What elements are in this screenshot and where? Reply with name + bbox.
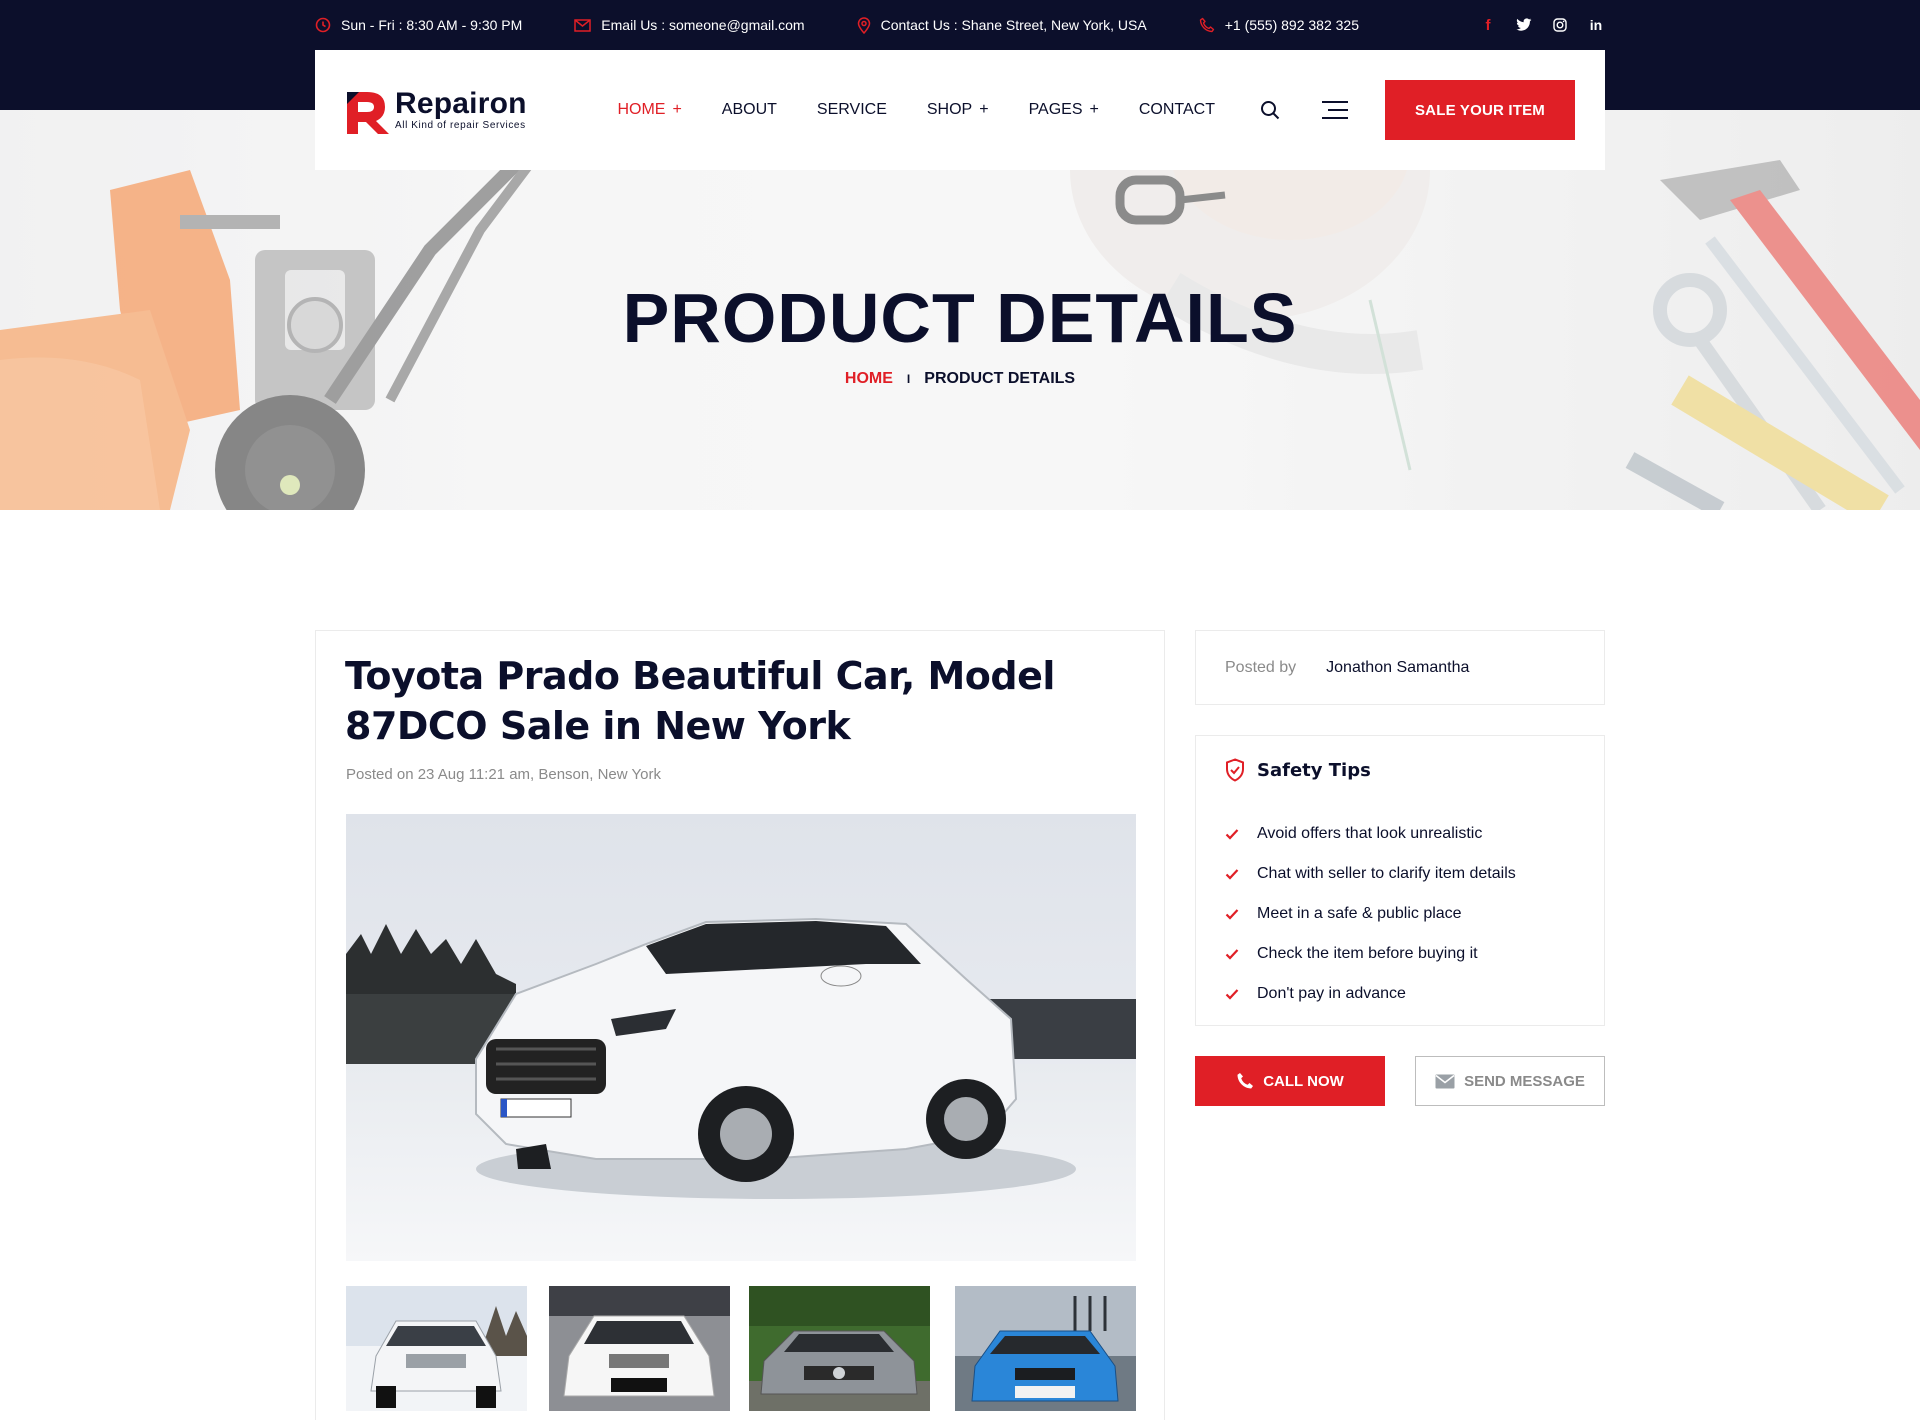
tip-text: Chat with seller to clarify item details	[1257, 865, 1516, 882]
seller-card: Posted by Jonathon Samantha	[1195, 630, 1605, 705]
send-message-button[interactable]: SEND MESSAGE	[1415, 1056, 1605, 1106]
location-pin-icon	[857, 16, 870, 34]
nav-item-shop[interactable]: SHOP +	[927, 101, 989, 119]
tip-text: Don't pay in advance	[1257, 985, 1406, 1002]
page-title: PRODUCT DETAILS	[622, 279, 1298, 357]
breadcrumb-home-link[interactable]: HOME	[845, 370, 893, 388]
nav-item-label: HOME	[617, 101, 666, 118]
nav-item-label: SHOP	[926, 101, 973, 118]
instagram-icon[interactable]	[1551, 16, 1569, 34]
logo-tagline: All Kind of repair Services	[395, 120, 526, 131]
sale-your-item-button[interactable]: SALE YOUR ITEM	[1385, 80, 1575, 140]
email-text: Email Us : someone@gmail.com	[601, 17, 805, 33]
product-thumbnails	[346, 1286, 1136, 1411]
main-header: Repairon All Kind of repair Services HOM…	[315, 50, 1605, 170]
check-icon	[1225, 909, 1239, 920]
nav-item-service[interactable]: SERVICE	[817, 101, 887, 119]
nav-item-about[interactable]: ABOUT	[722, 101, 777, 119]
submenu-plus-icon: +	[672, 101, 682, 118]
nav-item-label: SERVICE	[816, 101, 887, 118]
address-info: Contact Us : Shane Street, New York, USA	[857, 16, 1147, 34]
breadcrumb: HOME I PRODUCT DETAILS	[0, 370, 1920, 388]
nav-item-label: CONTACT	[1138, 101, 1215, 118]
nav-item-label: PAGES	[1028, 101, 1083, 118]
submenu-plus-icon: +	[979, 101, 989, 118]
product-detail-card: Toyota Prado Beautiful Car, Model 87DCO …	[315, 630, 1165, 1420]
top-info-bar-inner: Sun - Fri : 8:30 AM - 9:30 PM Email Us :…	[315, 0, 1605, 50]
phone-info[interactable]: +1 (555) 892 382 325	[1199, 17, 1359, 33]
search-icon	[1261, 101, 1280, 120]
hours-text: Sun - Fri : 8:30 AM - 9:30 PM	[341, 17, 523, 33]
main-nav: HOME + ABOUT SERVICE SHOP + PAGES + CONTACT	[617, 101, 1255, 119]
hours-info: Sun - Fri : 8:30 AM - 9:30 PM	[315, 17, 522, 33]
address-text: Contact Us : Shane Street, New York, USA	[880, 17, 1147, 33]
product-thumbnail[interactable]	[346, 1286, 527, 1411]
check-icon	[1225, 989, 1239, 1000]
facebook-icon[interactable]: f	[1479, 16, 1497, 34]
breadcrumb-separator: I	[906, 372, 911, 386]
nav-item-pages[interactable]: PAGES +	[1029, 101, 1099, 119]
safety-tips-list: Avoid offers that look unrealistic Chat …	[1225, 814, 1516, 1014]
check-icon	[1225, 949, 1239, 960]
list-item: Chat with seller to clarify item details	[1225, 854, 1516, 894]
safety-tips-title: Safety Tips	[1257, 759, 1371, 781]
page-banner: PRODUCT DETAILS HOME I PRODUCT DETAILS	[0, 110, 1920, 510]
nav-item-label: ABOUT	[721, 101, 777, 118]
phone-icon	[1199, 17, 1214, 33]
call-now-label: CALL NOW	[1263, 1072, 1344, 1090]
menu-toggle-button[interactable]	[1320, 95, 1350, 125]
twitter-icon[interactable]	[1515, 16, 1533, 34]
email-info[interactable]: Email Us : someone@gmail.com	[574, 17, 805, 33]
nav-item-home[interactable]: HOME +	[617, 101, 681, 119]
product-main-image[interactable]	[346, 814, 1136, 1261]
breadcrumb-current: PRODUCT DETAILS	[924, 370, 1076, 387]
product-thumbnail[interactable]	[549, 1286, 730, 1411]
list-item: Meet in a safe & public place	[1225, 894, 1516, 934]
social-links: f in	[1479, 16, 1605, 34]
logo[interactable]: Repairon All Kind of repair Services	[345, 84, 572, 136]
list-item: Don't pay in advance	[1225, 974, 1516, 1014]
nav-item-contact[interactable]: CONTACT	[1139, 101, 1215, 119]
logo-text: Repairon All Kind of repair Services	[395, 87, 527, 132]
nav-tools: SALE YOUR ITEM	[1255, 80, 1575, 140]
search-button[interactable]	[1255, 95, 1285, 125]
check-icon	[1225, 829, 1239, 840]
product-thumbnail[interactable]	[749, 1286, 930, 1411]
product-thumbnail[interactable]	[955, 1286, 1136, 1411]
shield-check-icon	[1226, 758, 1244, 782]
posted-by-label: Posted by	[1225, 658, 1297, 676]
safety-tips-card: Safety Tips Avoid offers that look unrea…	[1195, 735, 1605, 1026]
product-title: Toyota Prado Beautiful Car, Model 87DCO …	[345, 654, 1055, 748]
tip-text: Avoid offers that look unrealistic	[1257, 825, 1483, 842]
logo-name: Repairon	[395, 87, 527, 120]
linkedin-icon[interactable]: in	[1587, 16, 1605, 34]
seller-name[interactable]: Jonathon Samantha	[1326, 659, 1469, 677]
submenu-plus-icon: +	[1089, 101, 1099, 118]
check-icon	[1225, 869, 1239, 880]
call-now-button[interactable]: CALL NOW	[1195, 1056, 1385, 1106]
safety-tips-header: Safety Tips	[1225, 758, 1371, 782]
send-message-label: SEND MESSAGE	[1464, 1072, 1585, 1090]
phone-text: +1 (555) 892 382 325	[1224, 17, 1359, 33]
product-meta: Posted on 23 Aug 11:21 am, Benson, New Y…	[346, 766, 661, 783]
tip-text: Meet in a safe & public place	[1257, 905, 1462, 922]
list-item: Avoid offers that look unrealistic	[1225, 814, 1516, 854]
phone-icon	[1237, 1073, 1254, 1089]
list-item: Check the item before buying it	[1225, 934, 1516, 974]
clock-icon	[315, 17, 331, 33]
logo-mark-icon	[345, 84, 393, 136]
envelope-icon	[1435, 1074, 1455, 1088]
hamburger-menu-icon	[1322, 101, 1348, 119]
mail-icon	[574, 18, 592, 32]
tip-text: Check the item before buying it	[1257, 945, 1478, 962]
